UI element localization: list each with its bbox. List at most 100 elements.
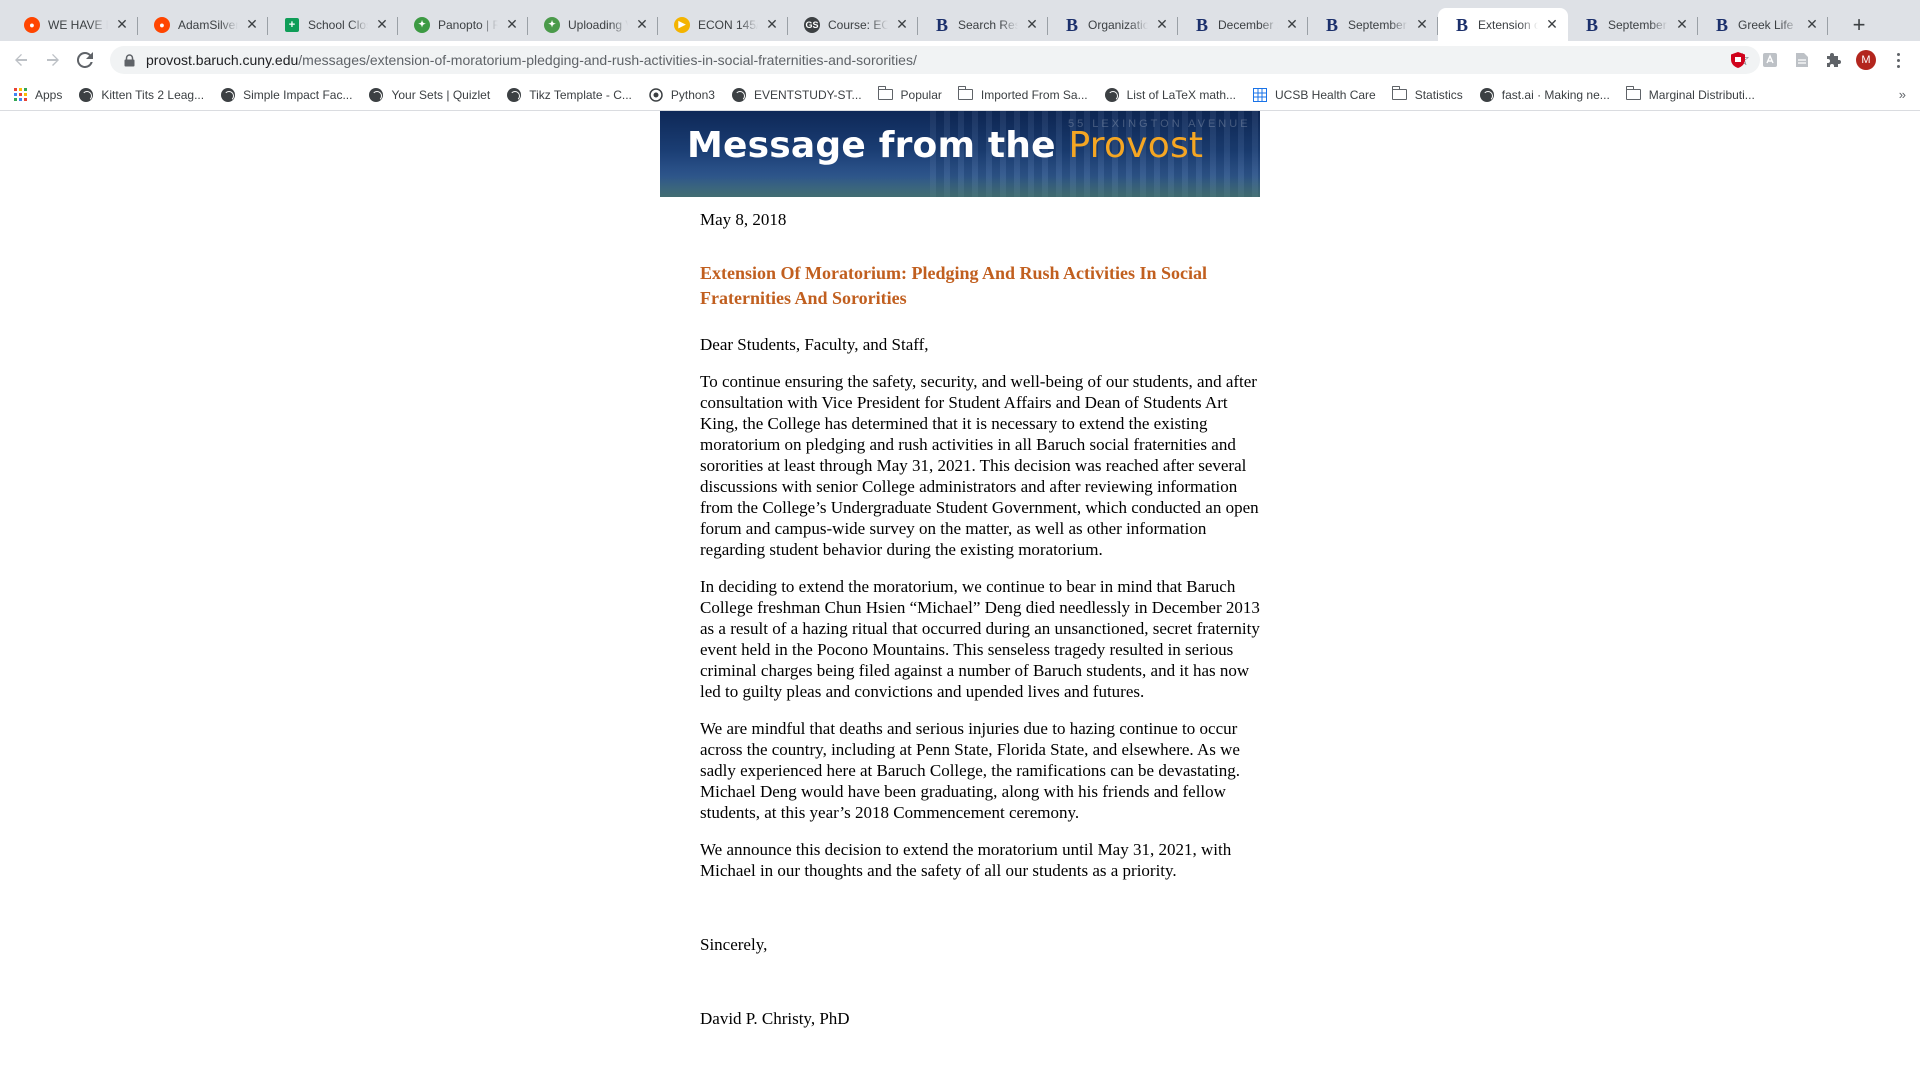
baruch-b-icon: B xyxy=(1585,14,1598,35)
tab-close-icon[interactable]: ✕ xyxy=(1154,16,1170,33)
tab[interactable]: ✦ Uploading Video ✕ xyxy=(528,8,658,41)
bookmarks-bar: Apps Kitten Tits 2 Leag... Simple Impact F… xyxy=(0,79,1920,111)
globe-icon xyxy=(506,87,522,103)
tab-close-icon[interactable]: ✕ xyxy=(1544,16,1560,33)
extension-translate-icon[interactable] xyxy=(1760,50,1780,70)
tab-title: AdamSilverfish xyxy=(178,17,238,32)
tab-active[interactable]: B Extension of Moratorium ✕ xyxy=(1438,8,1568,41)
tab[interactable]: ✦ Panopto | Recordings ✕ xyxy=(398,8,528,41)
new-tab-button[interactable]: + xyxy=(1846,12,1872,38)
tab-title: Extension of Moratorium xyxy=(1478,17,1538,32)
banner-foliage-image xyxy=(660,177,1260,197)
bookmark-item[interactable]: Python3 xyxy=(648,87,715,103)
tab-title: September 2017 xyxy=(1608,17,1668,32)
bookmark-item[interactable]: UCSB Health Care xyxy=(1252,87,1376,103)
bookmark-label: Your Sets | Quizlet xyxy=(391,87,491,102)
tab[interactable]: B December 2013 ✕ xyxy=(1178,8,1308,41)
message-paragraph-3: We are mindful that deaths and serious i… xyxy=(700,719,1240,822)
globe-icon xyxy=(731,87,747,103)
tab[interactable]: B Greek Life Baruch ✕ xyxy=(1698,8,1828,41)
tab[interactable]: ● WE HAVE MORE POSITIONS ✕ xyxy=(8,8,138,41)
bookmark-label: Simple Impact Fac... xyxy=(243,87,353,102)
bookmark-item[interactable]: EVENTSTUDY-ST... xyxy=(731,87,862,103)
baruch-b-icon: B xyxy=(935,14,948,35)
address-bar[interactable]: provost.baruch.cuny.edu/messages/extensi… xyxy=(110,46,1760,74)
tab-close-icon[interactable]: ✕ xyxy=(114,16,130,33)
ublock-shield-icon[interactable] xyxy=(1728,50,1748,70)
bookmark-item[interactable]: Your Sets | Quizlet xyxy=(368,87,490,103)
tab[interactable]: + School Closings ✕ xyxy=(268,8,398,41)
page-content: 55 LEXINGTON AVENUE Message from the Pro… xyxy=(0,111,1920,1080)
reload-button[interactable] xyxy=(72,47,98,73)
tab[interactable]: B September 2017 ✕ xyxy=(1568,8,1698,41)
bookmarks-overflow-button[interactable]: » xyxy=(1899,87,1906,102)
tab-close-icon[interactable]: ✕ xyxy=(1674,16,1690,33)
globe-icon xyxy=(78,87,94,103)
tab-close-icon[interactable]: ✕ xyxy=(374,16,390,33)
tab[interactable]: ▶ ECON 145/PSTAT ✕ xyxy=(658,8,788,41)
tab-close-icon[interactable]: ✕ xyxy=(1284,16,1300,33)
bookmark-label: Statistics xyxy=(1414,87,1463,102)
message-paragraph-1: To continue ensuring the safety, securit… xyxy=(700,372,1259,559)
message-signature: David P. Christy, PhD xyxy=(700,1009,850,1028)
forward-button[interactable] xyxy=(40,47,66,73)
forward-arrow-icon xyxy=(47,54,59,66)
tab[interactable]: B Organizations ✕ xyxy=(1048,8,1178,41)
bookmark-label: fast.ai · Making ne... xyxy=(1501,87,1610,102)
gauchospace-icon: GS xyxy=(804,16,820,33)
tab[interactable]: ● AdamSilverfish ✕ xyxy=(138,8,268,41)
bookmark-label: Apps xyxy=(35,87,63,102)
url-host: provost.baruch.cuny.edu xyxy=(146,52,299,68)
message-closing: Sincerely, xyxy=(700,935,768,954)
bookmark-item[interactable]: List of LaTeX math... xyxy=(1104,87,1236,103)
tab-title: Search Results xyxy=(958,17,1018,32)
browser-menu-icon[interactable] xyxy=(1888,47,1908,73)
folder-icon xyxy=(1625,86,1642,103)
bookmark-label: Kitten Tits 2 Leag... xyxy=(101,87,205,102)
bookmark-item[interactable]: Popular xyxy=(877,86,942,103)
tab-title: Panopto | Recordings xyxy=(438,17,498,32)
bookmark-item[interactable]: fast.ai · Making ne... xyxy=(1479,87,1610,103)
lock-icon[interactable] xyxy=(122,53,136,67)
folder-icon xyxy=(1391,86,1408,103)
baruch-b-icon: B xyxy=(1715,14,1728,35)
bookmark-item[interactable]: Statistics xyxy=(1391,86,1463,103)
tab[interactable]: GS Course: ECON ✕ xyxy=(788,8,918,41)
grid-sheet-icon xyxy=(1252,87,1268,103)
tab-close-icon[interactable]: ✕ xyxy=(244,16,260,33)
apps-grid-icon xyxy=(12,87,28,103)
sheets-icon: + xyxy=(284,17,300,33)
url-text[interactable]: provost.baruch.cuny.edu/messages/extensi… xyxy=(146,52,917,68)
bookmark-item[interactable]: Imported From Sa... xyxy=(957,86,1088,103)
tab-title: School Closings xyxy=(308,17,368,32)
back-button[interactable] xyxy=(8,47,34,73)
tab-title: Course: ECON xyxy=(828,17,888,32)
tab-close-icon[interactable]: ✕ xyxy=(1414,16,1430,33)
message-greeting: Dear Students, Faculty, and Staff, xyxy=(700,335,929,354)
bookmark-label: UCSB Health Care xyxy=(1275,87,1376,102)
python-icon xyxy=(648,87,664,103)
tab-close-icon[interactable]: ✕ xyxy=(1804,16,1820,33)
profile-avatar[interactable]: M xyxy=(1856,50,1876,70)
bookmark-item[interactable]: Tikz Template - C... xyxy=(506,87,632,103)
bookmark-item[interactable]: Kitten Tits 2 Leag... xyxy=(78,87,204,103)
extension-document-icon[interactable] xyxy=(1792,50,1812,70)
tab[interactable]: B September 2017 ✕ xyxy=(1308,8,1438,41)
extensions-puzzle-icon[interactable] xyxy=(1824,50,1844,70)
panopto-icon: ✦ xyxy=(414,16,430,33)
tab-close-icon[interactable]: ✕ xyxy=(1024,16,1040,33)
tab-close-icon[interactable]: ✕ xyxy=(894,16,910,33)
tab-close-icon[interactable]: ✕ xyxy=(764,16,780,33)
tab-title: Uploading Video xyxy=(568,17,628,32)
bookmark-item[interactable]: Apps xyxy=(12,87,62,103)
tab-separator xyxy=(1827,17,1828,35)
folder-icon xyxy=(877,86,894,103)
tab[interactable]: B Search Results ✕ xyxy=(918,8,1048,41)
upload-icon: ✦ xyxy=(544,16,560,33)
bookmark-item[interactable]: Marginal Distributi... xyxy=(1625,86,1755,103)
reload-icon xyxy=(77,52,93,68)
tab-close-icon[interactable]: ✕ xyxy=(634,16,650,33)
message-paragraph-2: In deciding to extend the moratorium, we… xyxy=(700,577,1260,701)
tab-close-icon[interactable]: ✕ xyxy=(504,16,520,33)
bookmark-item[interactable]: Simple Impact Fac... xyxy=(220,87,352,103)
